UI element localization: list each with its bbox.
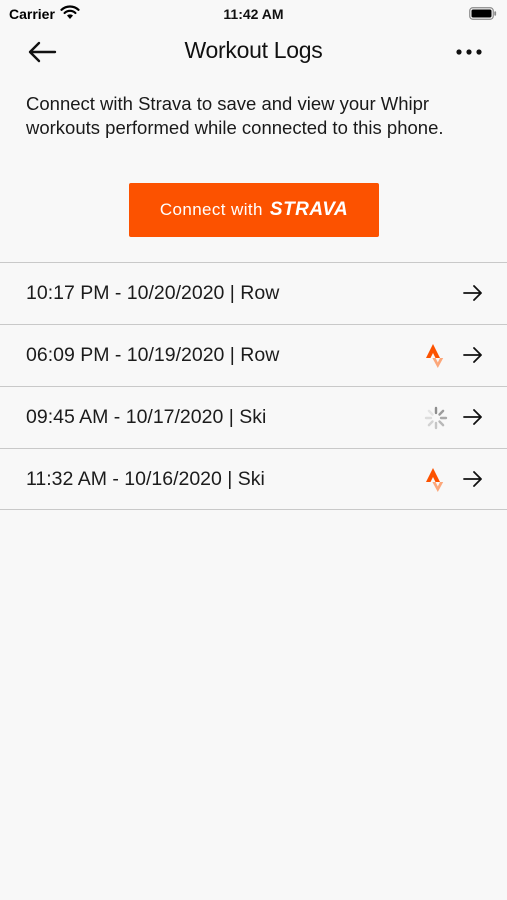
clock: 11:42 AM [223, 6, 284, 22]
nav-bar: Workout Logs [0, 28, 507, 76]
workout-log-list: 10:17 PM - 10/20/2020 | Row 06:09 PM - 1… [0, 262, 507, 510]
log-row[interactable]: 11:32 AM - 10/16/2020 | Ski [0, 448, 507, 510]
log-row[interactable]: 09:45 AM - 10/17/2020 | Ski [0, 386, 507, 448]
arrow-right-icon [463, 471, 482, 487]
status-bar: Carrier 11:42 AM [0, 0, 507, 28]
connect-button-label: Connect with [159, 200, 263, 219]
log-row-label: 11:32 AM - 10/16/2020 | Ski [26, 468, 265, 490]
connect-strava-button[interactable]: Connect with STRAVA [129, 183, 379, 237]
intro-text: Connect with Strava to save and view you… [26, 93, 444, 138]
page-title: Workout Logs [184, 37, 323, 63]
strava-logo-icon [426, 344, 444, 368]
log-row[interactable]: 10:17 PM - 10/20/2020 | Row [0, 262, 507, 324]
log-row-label: 09:45 AM - 10/17/2020 | Ski [26, 406, 267, 428]
strava-wordmark: STRAVA [269, 199, 349, 220]
battery-icon [469, 7, 497, 20]
ellipsis-icon [456, 49, 482, 55]
strava-logo-icon [426, 468, 444, 492]
more-button[interactable] [451, 36, 487, 68]
arrow-right-icon [463, 409, 482, 425]
arrow-right-icon [463, 347, 482, 363]
arrow-right-icon [463, 285, 482, 301]
spinner-icon [424, 406, 448, 430]
log-row[interactable]: 06:09 PM - 10/19/2020 | Row [0, 324, 507, 386]
log-row-label: 06:09 PM - 10/19/2020 | Row [26, 344, 280, 366]
log-row-label: 10:17 PM - 10/20/2020 | Row [26, 282, 280, 304]
